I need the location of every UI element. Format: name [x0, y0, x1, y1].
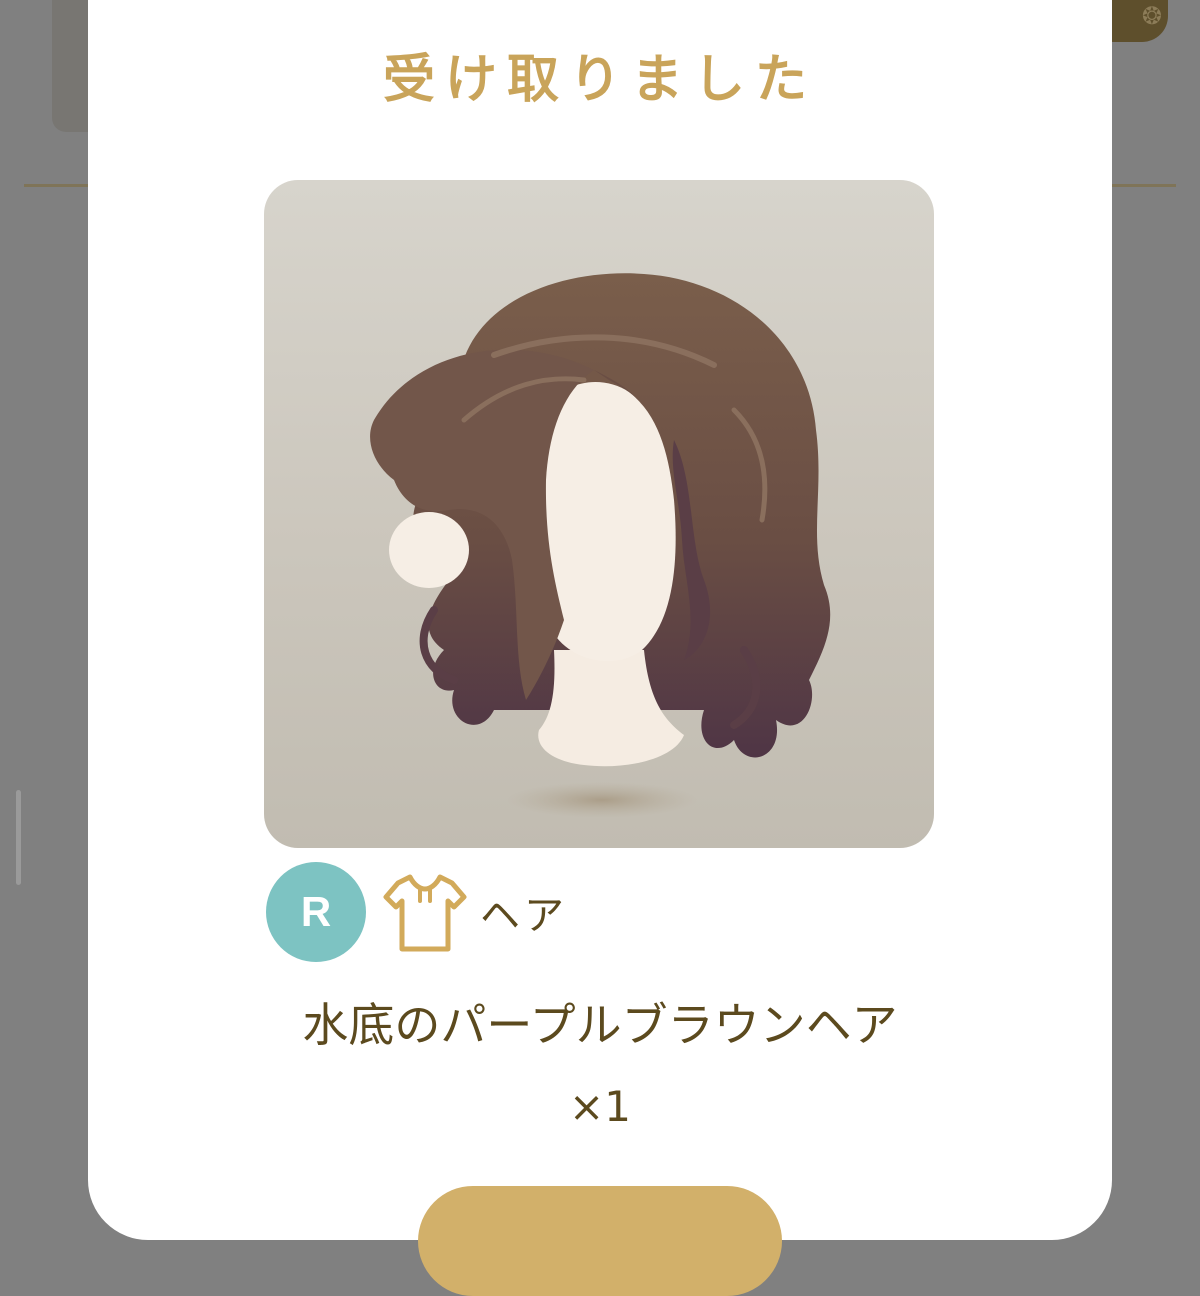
badge-icon: ❂	[1141, 2, 1162, 30]
background-scrollbar	[16, 790, 21, 885]
item-name: 水底のパープルブラウンヘア	[302, 998, 898, 1052]
modal-title: 受け取りました	[382, 50, 817, 110]
item-image-frame	[264, 180, 934, 848]
rarity-badge: R	[266, 862, 366, 962]
item-meta-row: R ヘア	[266, 862, 568, 962]
item-quantity: ×1	[569, 1082, 631, 1131]
category-label: ヘア	[480, 893, 568, 939]
ok-button[interactable]	[418, 1186, 782, 1296]
shirt-icon	[383, 874, 467, 952]
reward-received-modal: 受け取りました R ヘア 水底のパープルブラウンヘア ×1	[88, 0, 1112, 1296]
wavy-hair-on-mannequin-icon	[370, 273, 831, 818]
